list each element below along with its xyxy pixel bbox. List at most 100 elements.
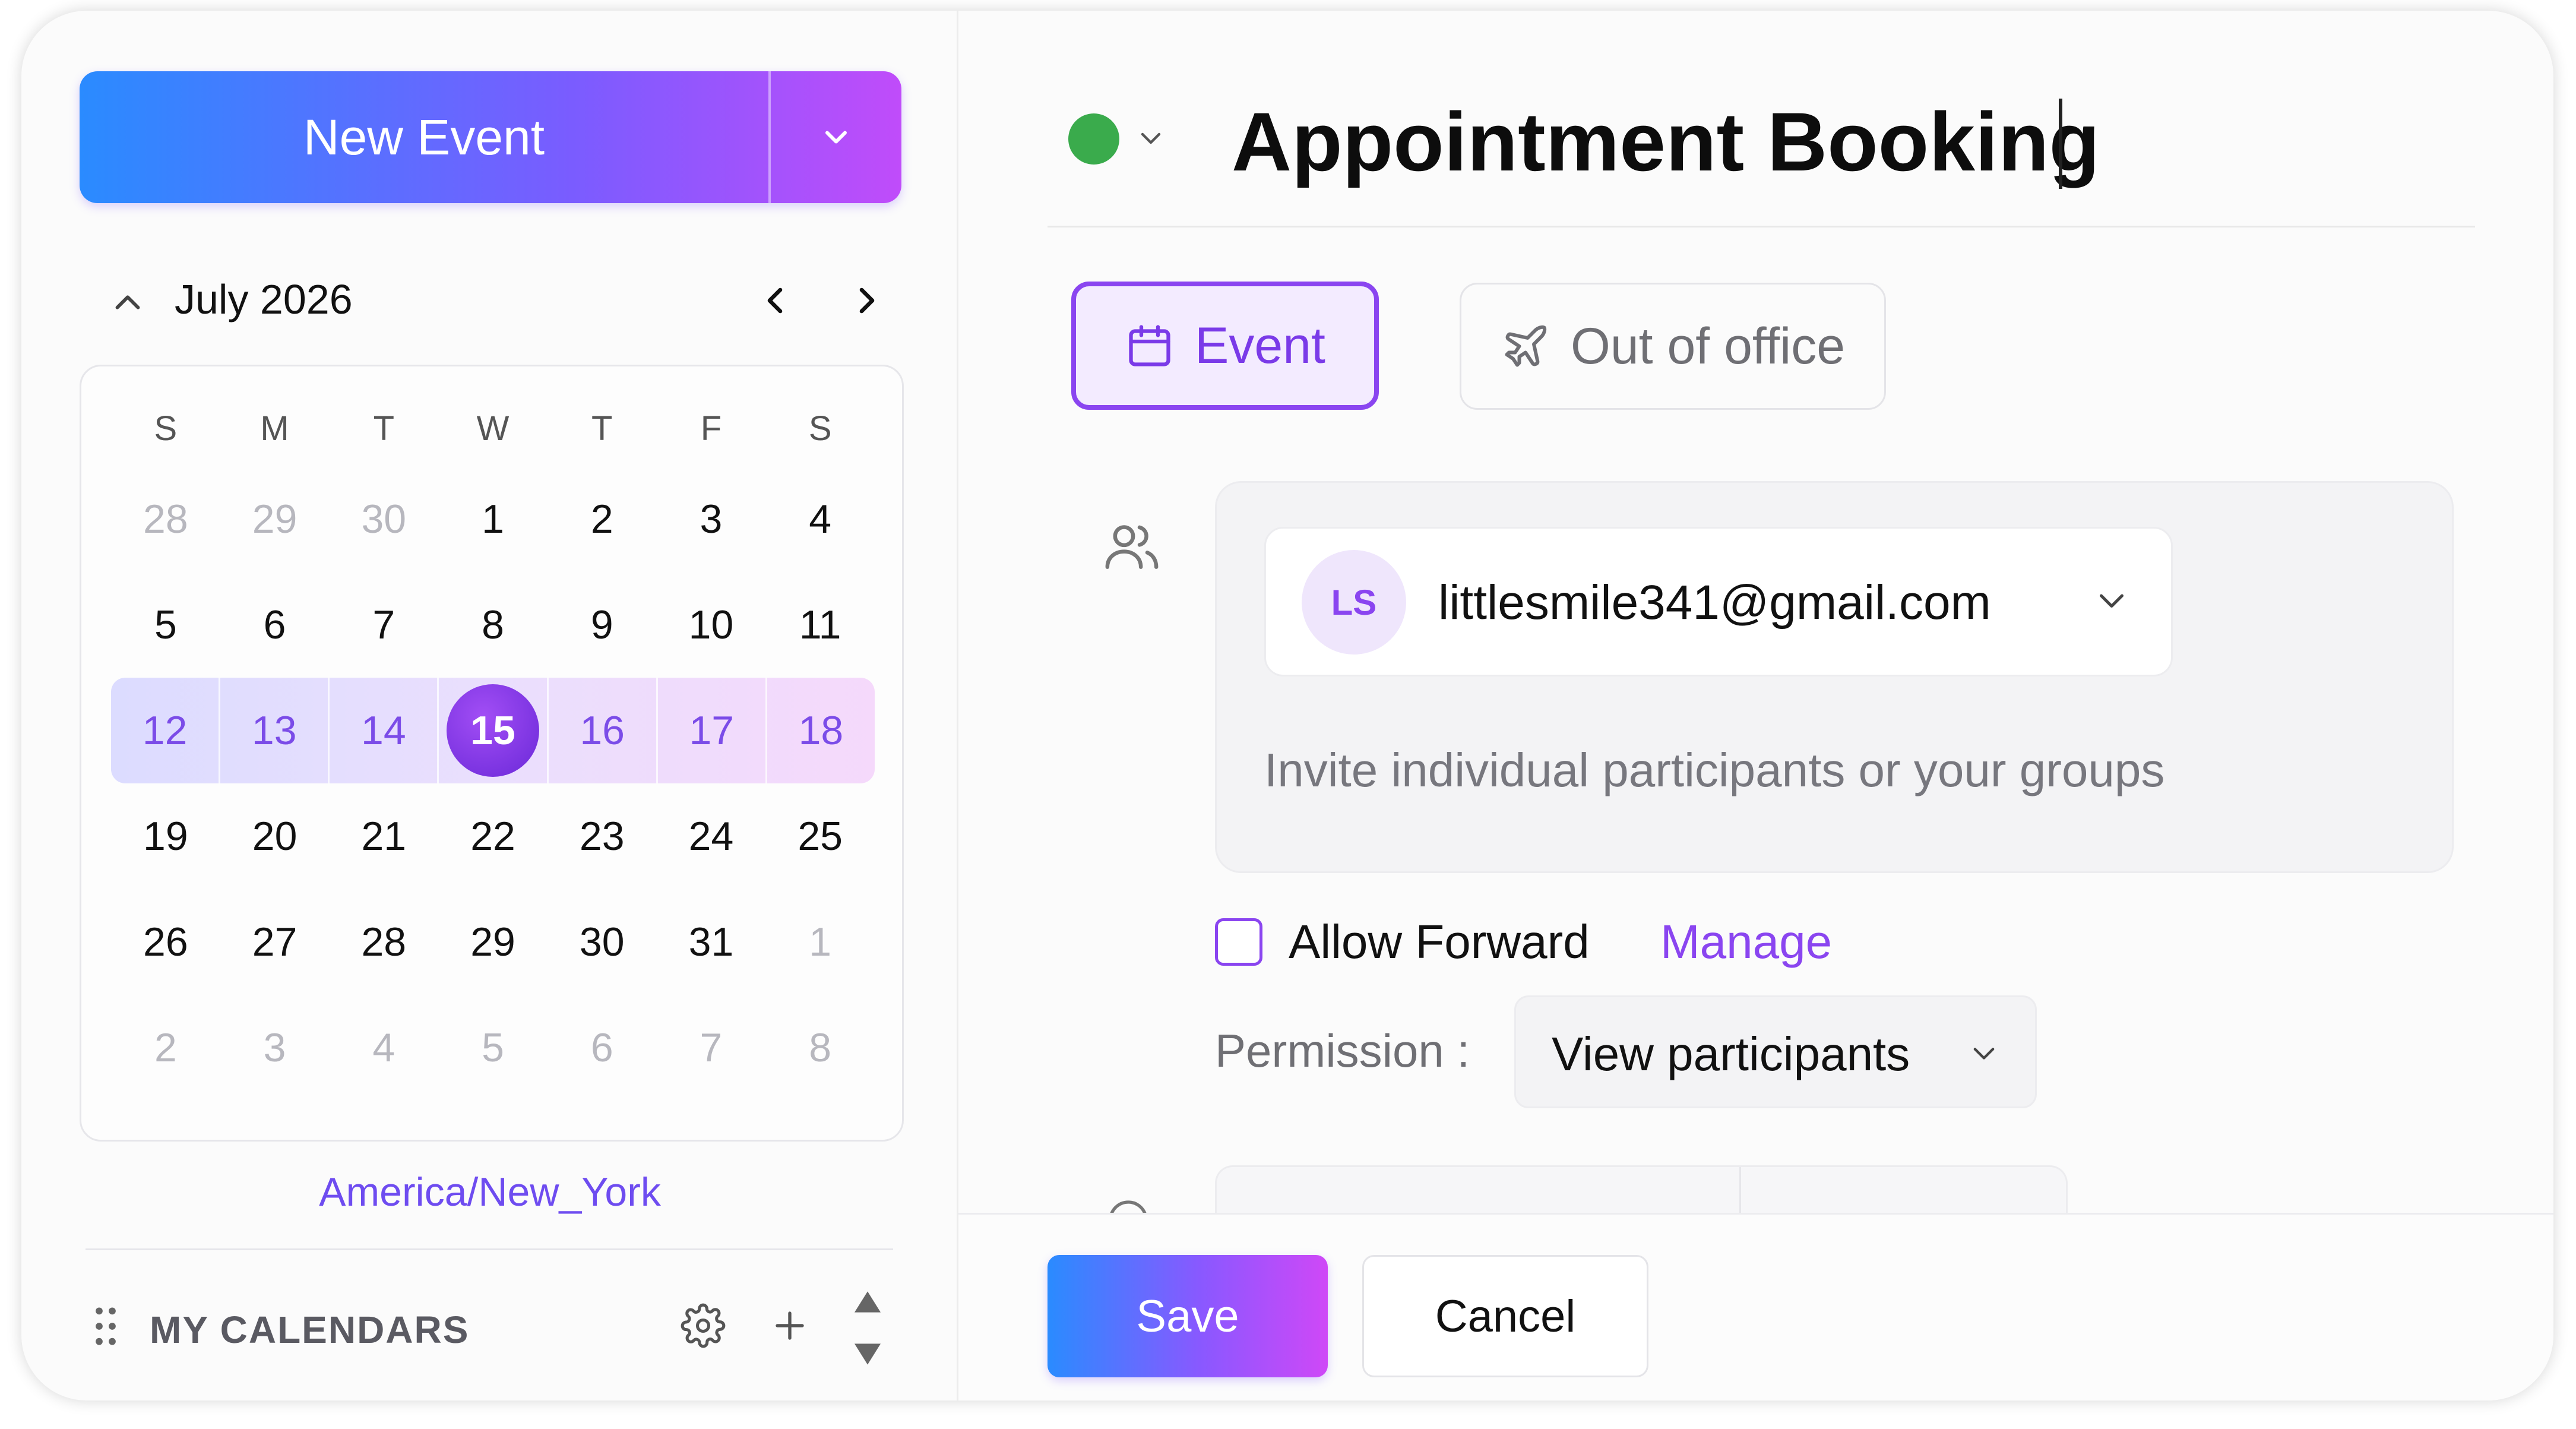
- status-color-dot[interactable]: [1068, 113, 1119, 165]
- calendar-day[interactable]: 21: [329, 783, 438, 889]
- calendar-day[interactable]: 3: [657, 466, 766, 572]
- permission-select[interactable]: View participants: [1514, 995, 2037, 1108]
- calendar-day[interactable]: 20: [220, 783, 330, 889]
- calendar-day[interactable]: 10: [657, 572, 766, 678]
- calendar-day[interactable]: 22: [438, 783, 548, 889]
- allow-forward-checkbox[interactable]: [1215, 918, 1262, 966]
- triangle-down-icon[interactable]: [852, 1341, 884, 1367]
- event-type-tab-out-of-office[interactable]: Out of office: [1460, 283, 1886, 410]
- calendar-day[interactable]: 1: [438, 466, 548, 572]
- weekday-label: W: [476, 409, 509, 448]
- calendar-day[interactable]: 1: [765, 889, 875, 995]
- calendar-day[interactable]: 29: [220, 466, 330, 572]
- cancel-button[interactable]: Cancel: [1362, 1255, 1648, 1377]
- calendar-day[interactable]: 18: [765, 678, 875, 783]
- out-of-office-label: Out of office: [1570, 317, 1846, 375]
- calendar-week-row: 19 20 21 22 23 24 25: [111, 783, 875, 889]
- calendar-day[interactable]: 24: [657, 783, 766, 889]
- sidebar: New Event July 2026 SMTWTFS 28293012: [21, 11, 957, 1400]
- divider: [86, 1248, 893, 1250]
- calendar-day[interactable]: 2: [111, 995, 220, 1101]
- calendar-day[interactable]: 17: [656, 678, 765, 783]
- chevron-down-icon[interactable]: [2094, 587, 2129, 617]
- calendar-day[interactable]: 13: [219, 678, 328, 783]
- weekday-label: S: [808, 409, 832, 448]
- permission-value: View participants: [1552, 1028, 1910, 1080]
- calendar-day[interactable]: 11: [765, 572, 875, 678]
- weekday-label: S: [154, 409, 178, 448]
- calendar-week-row: 26 27 28 29 30 31 1: [111, 889, 875, 995]
- airplane-icon: [1501, 321, 1550, 371]
- selected-day-circle: 15: [446, 684, 539, 777]
- event-editor-card: New Event July 2026 SMTWTFS 28293012: [21, 11, 2553, 1400]
- calendar-day[interactable]: 23: [548, 783, 657, 889]
- calendar-week-row: 12 13 14 15 16 17 18: [111, 678, 875, 783]
- calendar-day-selected[interactable]: 15: [437, 678, 546, 783]
- weekday-label: F: [700, 409, 722, 448]
- new-event-split-button: New Event: [80, 71, 901, 203]
- calendar-day[interactable]: 30: [548, 889, 657, 995]
- participant-chip[interactable]: LS littlesmile341@gmail.com: [1264, 527, 2173, 676]
- chevron-down-icon[interactable]: [1137, 127, 1165, 151]
- calendar-day[interactable]: 26: [111, 889, 220, 995]
- calendar-day[interactable]: 29: [438, 889, 548, 995]
- calendar-day[interactable]: 6: [220, 572, 330, 678]
- divider: [1048, 226, 2475, 227]
- calendar-day[interactable]: 12: [111, 678, 219, 783]
- calendar-day[interactable]: 6: [548, 995, 657, 1101]
- calendar-day[interactable]: 7: [657, 995, 766, 1101]
- event-title-input[interactable]: Appointment Booking: [1232, 94, 2100, 190]
- calendar-day[interactable]: 5: [438, 995, 548, 1101]
- gear-icon[interactable]: [681, 1303, 726, 1348]
- manage-link[interactable]: Manage: [1660, 915, 1832, 969]
- invite-participants-input[interactable]: Invite individual participants or your g…: [1264, 743, 2164, 798]
- new-event-dropdown-button[interactable]: [771, 71, 901, 203]
- calendar-day[interactable]: 9: [548, 572, 657, 678]
- calendar-day[interactable]: 28: [111, 466, 220, 572]
- calendar-week-row: 28 29 30 1 2 3 4: [111, 466, 875, 572]
- plus-icon[interactable]: [768, 1304, 811, 1347]
- calendar-day[interactable]: 27: [220, 889, 330, 995]
- form-footer: Save Cancel: [958, 1213, 2553, 1400]
- calendar-day[interactable]: 4: [329, 995, 438, 1101]
- chevron-left-icon[interactable]: [754, 279, 796, 322]
- weekday-label: T: [373, 409, 395, 448]
- text-caret: [2059, 99, 2062, 189]
- calendar-day[interactable]: 4: [765, 466, 875, 572]
- my-calendars-title: MY CALENDARS: [150, 1308, 470, 1351]
- calendar-day[interactable]: 5: [111, 572, 220, 678]
- participant-email: littlesmile341@gmail.com: [1438, 576, 1991, 630]
- timezone-link[interactable]: America/New_York: [80, 1169, 900, 1215]
- calendar-week-row: 2345678: [111, 995, 875, 1101]
- event-form: Appointment Booking Event Out of office: [958, 11, 2553, 1400]
- drag-handle-icon[interactable]: [93, 1304, 119, 1348]
- avatar: LS: [1302, 550, 1406, 655]
- new-event-button[interactable]: New Event: [80, 71, 768, 203]
- mini-calendar: SMTWTFS 28 29 30 1 2 3 4 5 6 7 8 9 10 11 12 13 14 15 16 17 1…: [80, 365, 904, 1142]
- chevron-down-icon: [818, 119, 854, 155]
- calendar-day[interactable]: 30: [329, 466, 438, 572]
- calendar-day[interactable]: 7: [329, 572, 438, 678]
- calendar-day[interactable]: 25: [765, 783, 875, 889]
- my-calendars-header: MY CALENDARS: [86, 1282, 905, 1371]
- calendar-day[interactable]: 28: [329, 889, 438, 995]
- save-button[interactable]: Save: [1048, 1255, 1328, 1377]
- calendar-day[interactable]: 16: [546, 678, 656, 783]
- month-navigation: July 2026: [86, 266, 905, 331]
- calendar-day[interactable]: 8: [438, 572, 548, 678]
- month-label: July 2026: [175, 276, 353, 323]
- time-fields-partial[interactable]: [1215, 1165, 2068, 1215]
- chevron-up-icon[interactable]: [107, 282, 148, 323]
- chevron-right-icon[interactable]: [846, 279, 888, 322]
- calendar-day[interactable]: 8: [765, 995, 875, 1101]
- triangle-up-icon[interactable]: [852, 1289, 884, 1315]
- calendar-day[interactable]: 14: [328, 678, 437, 783]
- calendar-day[interactable]: 2: [548, 466, 657, 572]
- calendar-day[interactable]: 31: [657, 889, 766, 995]
- calendar-day[interactable]: 19: [111, 783, 220, 889]
- allow-forward-label: Allow Forward: [1289, 915, 1590, 968]
- event-type-tab-event[interactable]: Event: [1071, 282, 1379, 410]
- calendar-day[interactable]: 3: [220, 995, 330, 1101]
- people-icon: [1101, 516, 1163, 577]
- event-type-label: Event: [1195, 317, 1325, 374]
